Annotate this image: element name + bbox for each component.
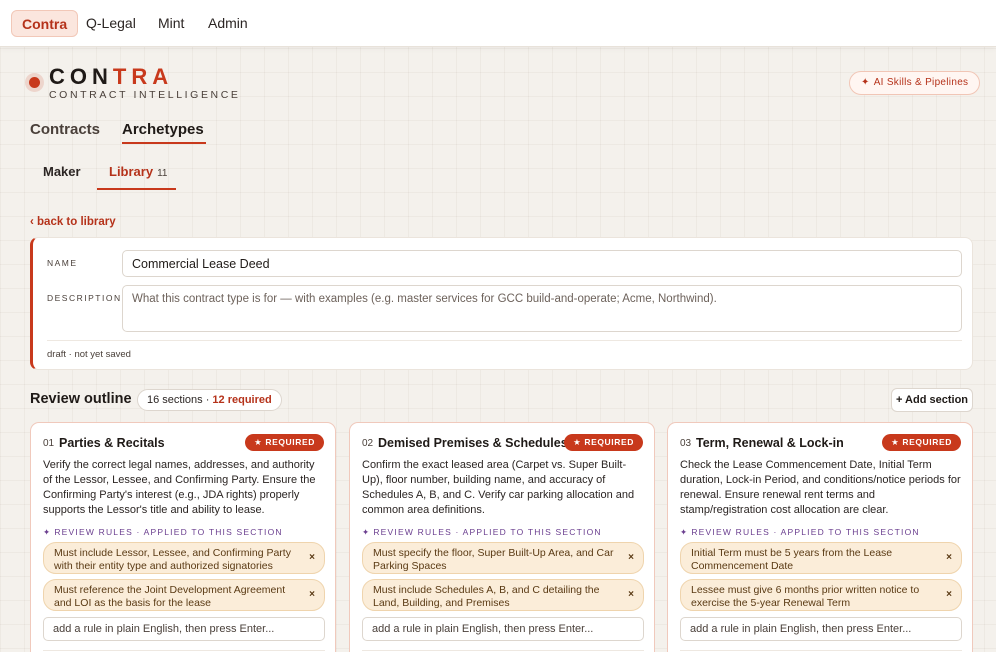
section-description: Verify the correct legal names, addresse… bbox=[43, 459, 316, 516]
description-input[interactable] bbox=[122, 285, 962, 332]
required-badge[interactable]: ★ REQUIRED bbox=[564, 434, 643, 451]
tab-contracts[interactable]: Contracts bbox=[30, 121, 100, 138]
star-icon: ★ bbox=[891, 437, 900, 447]
tab-maker[interactable]: Maker bbox=[43, 164, 81, 179]
add-rule-input[interactable] bbox=[43, 617, 325, 641]
sparkle-icon: ✦ bbox=[362, 527, 371, 537]
section-number: 03 bbox=[680, 438, 692, 449]
required-badge[interactable]: ★ REQUIRED bbox=[882, 434, 961, 451]
rule-chip: Must reference the Joint Development Agr… bbox=[43, 579, 325, 611]
nav-item-q-legal[interactable]: Q-Legal bbox=[76, 10, 146, 37]
brand-subtitle: CONTRACT INTELLIGENCE bbox=[49, 89, 241, 101]
star-icon: ★ bbox=[573, 437, 582, 447]
remove-rule-icon[interactable]: × bbox=[628, 552, 634, 563]
name-label: NAME bbox=[47, 258, 78, 268]
rule-text: Must specify the floor, Super Built-Up A… bbox=[373, 547, 614, 572]
rule-text: Must include Lessor, Lessee, and Confirm… bbox=[54, 547, 291, 572]
add-section-button[interactable]: + Add section bbox=[891, 388, 973, 412]
remove-rule-icon[interactable]: × bbox=[309, 589, 315, 600]
rule-chip: Must include Lessor, Lessee, and Confirm… bbox=[43, 542, 325, 574]
rule-chip: Initial Term must be 5 years from the Le… bbox=[680, 542, 962, 574]
star-icon: ★ bbox=[254, 437, 263, 447]
top-nav: Contra Q-Legal Mint Admin bbox=[0, 0, 996, 47]
sparkle-icon: ✦ bbox=[43, 527, 52, 537]
nav-item-admin[interactable]: Admin bbox=[198, 10, 258, 37]
archetype-form: NAME DESCRIPTION draft · not yet saved bbox=[30, 237, 973, 370]
description-label: DESCRIPTION bbox=[47, 293, 122, 303]
brand-dot-icon bbox=[29, 77, 40, 88]
card-divider bbox=[362, 650, 644, 651]
section-description: Check the Lease Commencement Date, Initi… bbox=[680, 459, 961, 516]
rule-chip: Lessee must give 6 months prior written … bbox=[680, 579, 962, 611]
review-outline-title: Review outline bbox=[30, 391, 132, 407]
name-input[interactable] bbox=[122, 250, 962, 277]
card-divider bbox=[680, 650, 962, 651]
rule-text: Must include Schedules A, B, and C detai… bbox=[373, 584, 600, 609]
rule-text: Initial Term must be 5 years from the Le… bbox=[691, 547, 893, 572]
sparkle-icon: ✦ bbox=[680, 527, 689, 537]
rule-text: Must reference the Joint Development Agr… bbox=[54, 584, 286, 609]
add-rule-input[interactable] bbox=[362, 617, 644, 641]
sections-count-badge: 16 sections · 12 required bbox=[137, 389, 282, 411]
add-rule-input[interactable] bbox=[680, 617, 962, 641]
rule-chip: Must include Schedules A, B, and C detai… bbox=[362, 579, 644, 611]
nav-item-contra[interactable]: Contra bbox=[11, 10, 79, 37]
section-card: 03 Term, Renewal & Lock-in ★ REQUIRED Che… bbox=[667, 422, 973, 652]
back-to-library-link[interactable]: ‹ back to library bbox=[30, 216, 116, 228]
section-card: 02 Demised Premises & Schedules ★ REQUIRE… bbox=[349, 422, 655, 652]
brand-title: CONTRA bbox=[49, 64, 174, 89]
section-title[interactable]: Demised Premises & Schedules bbox=[378, 436, 568, 450]
section-number: 01 bbox=[43, 438, 55, 449]
active-tab-indicator bbox=[122, 142, 206, 144]
form-divider bbox=[47, 340, 962, 341]
section-title[interactable]: Term, Renewal & Lock-in bbox=[696, 436, 844, 450]
active-subtab-indicator bbox=[97, 188, 176, 190]
section-card: 01 Parties & Recitals ★ REQUIRED Verify t… bbox=[30, 422, 336, 652]
card-divider bbox=[43, 650, 325, 651]
remove-rule-icon[interactable]: × bbox=[309, 552, 315, 563]
sparkle-icon: ✦ bbox=[861, 77, 870, 88]
tab-archetypes[interactable]: Archetypes bbox=[122, 121, 204, 138]
remove-rule-icon[interactable]: × bbox=[946, 589, 952, 600]
rule-text: Lessee must give 6 months prior written … bbox=[691, 584, 920, 609]
remove-rule-icon[interactable]: × bbox=[628, 589, 634, 600]
section-title[interactable]: Parties & Recitals bbox=[59, 436, 165, 450]
ai-skills-button[interactable]: ✦ AI Skills & Pipelines bbox=[849, 71, 981, 95]
review-rules-label: ✦ REVIEW RULES · APPLIED TO THIS SECTION bbox=[43, 527, 283, 537]
review-rules-label: ✦ REVIEW RULES · APPLIED TO THIS SECTION bbox=[362, 527, 602, 537]
tab-library[interactable]: Library 11 bbox=[109, 164, 167, 179]
rule-chip: Must specify the floor, Super Built-Up A… bbox=[362, 542, 644, 574]
nav-item-mint[interactable]: Mint bbox=[148, 10, 194, 37]
library-count-badge: 11 bbox=[157, 168, 168, 179]
required-badge[interactable]: ★ REQUIRED bbox=[245, 434, 324, 451]
draft-status: draft · not yet saved bbox=[47, 349, 131, 360]
review-rules-label: ✦ REVIEW RULES · APPLIED TO THIS SECTION bbox=[680, 527, 920, 537]
section-number: 02 bbox=[362, 438, 374, 449]
remove-rule-icon[interactable]: × bbox=[946, 552, 952, 563]
section-description: Confirm the exact leased area (Carpet vs… bbox=[362, 459, 635, 516]
